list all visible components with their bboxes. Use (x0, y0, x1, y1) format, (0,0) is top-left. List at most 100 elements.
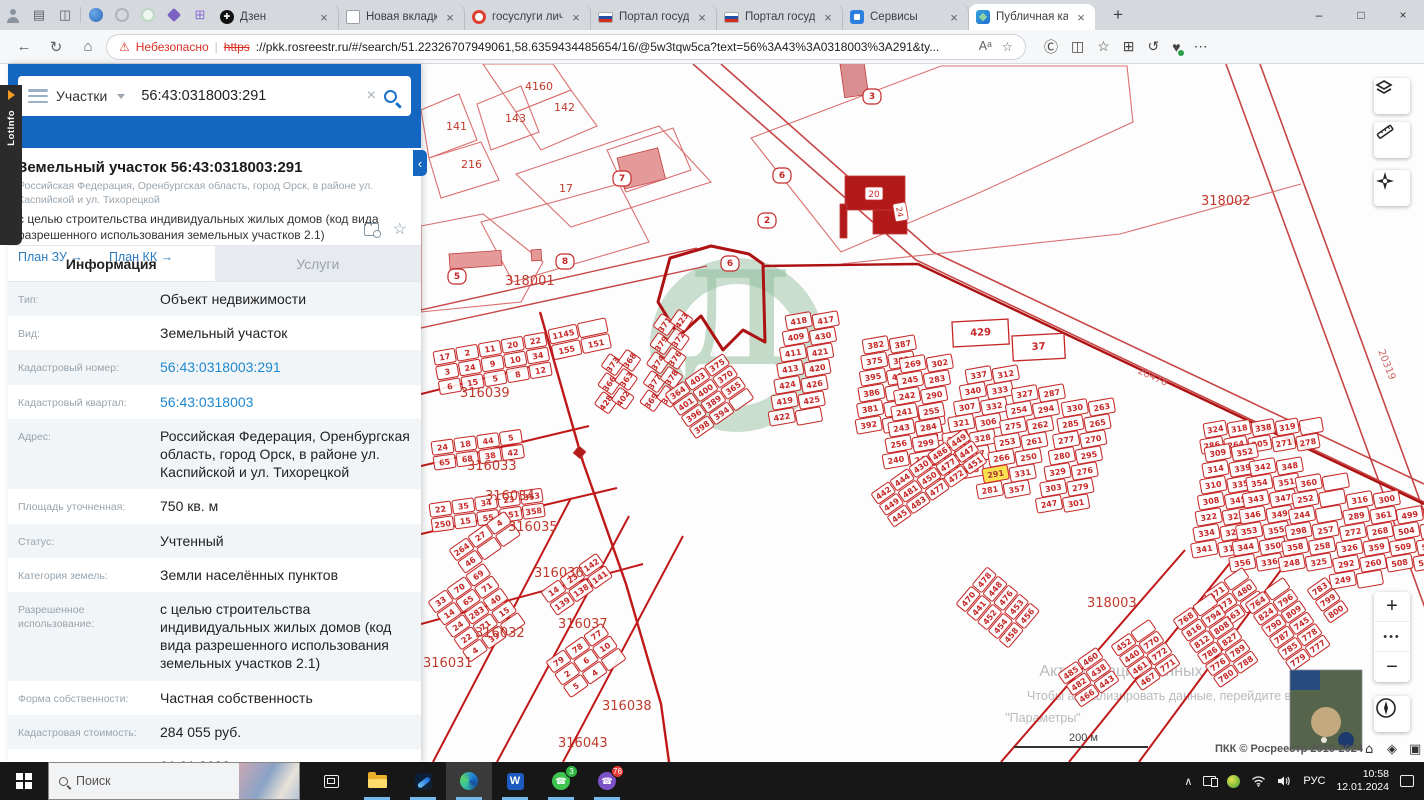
home-icon[interactable]: ⌂ (1365, 742, 1373, 757)
whatsapp-button[interactable]: ☎ 3 (538, 762, 584, 800)
parcel-cell[interactable]: 22 (428, 500, 453, 518)
parcel-marker[interactable]: 7 (612, 170, 632, 187)
building-footprint[interactable] (839, 203, 848, 239)
browser-tab[interactable]: Портал госуда × (717, 4, 843, 30)
parcel-cell[interactable]: 278 (1295, 432, 1321, 452)
extension-squares-icon[interactable]: ⊞ (187, 3, 213, 27)
locate-button[interactable] (1374, 170, 1410, 206)
volume-icon[interactable] (1277, 775, 1292, 787)
parcel-cell[interactable]: 44 (476, 432, 500, 450)
parcel-marker[interactable]: 6 (720, 255, 740, 272)
browser-tab[interactable]: Публичная ка × (969, 4, 1095, 30)
browser-tab[interactable]: Сервисы × (843, 4, 969, 30)
search-highlight-image[interactable] (239, 763, 299, 799)
your-phone-icon[interactable] (1203, 776, 1219, 787)
lotinfo-extension-tab[interactable]: LotInfo (0, 85, 22, 245)
clock[interactable]: 10:58 12.01.2024 (1336, 768, 1389, 794)
tab-close-icon[interactable]: × (317, 10, 331, 25)
browser-tab[interactable]: Новая вкладк × (339, 4, 465, 30)
workspaces-icon[interactable]: ◫ (52, 3, 78, 27)
address-bar[interactable]: ⚠ Небезопасно | https ://pkk.rosreestr.r… (106, 33, 1026, 60)
tab-close-icon[interactable]: × (821, 10, 835, 25)
basemap-icon[interactable]: ▣ (1409, 742, 1421, 757)
building-footprint[interactable] (530, 248, 543, 262)
extension-blue-icon[interactable] (83, 3, 109, 27)
layers-button[interactable] (1374, 78, 1410, 114)
collections-icon[interactable]: ⊞ (1123, 38, 1135, 55)
map-canvas[interactable]: ДАктуализация данныхЧтобы актуализироват… (421, 64, 1424, 762)
parcel-marker[interactable]: 6 (772, 167, 792, 184)
map-more-button[interactable]: ••• (1374, 622, 1410, 652)
parcel-cell[interactable]: 35 (451, 497, 476, 515)
clear-icon[interactable]: × (367, 87, 376, 105)
plan-kk-link[interactable]: План КК → (109, 250, 173, 264)
compass-button[interactable] (1374, 696, 1410, 732)
photos-button[interactable] (400, 762, 446, 800)
chevron-down-icon[interactable] (117, 93, 126, 99)
refresh-icon[interactable]: ↻ (42, 34, 70, 60)
split-screen-icon[interactable]: ◫ (1071, 38, 1084, 55)
tab-close-icon[interactable]: × (1074, 10, 1088, 25)
browser-essentials-icon[interactable]: ♥ (1172, 39, 1185, 56)
row-value-link[interactable]: 56:43:0318003:291 (160, 358, 421, 376)
new-tab-button[interactable]: + (1105, 5, 1131, 25)
favorite-icon[interactable]: ☆ (393, 219, 407, 239)
start-button[interactable] (0, 762, 48, 800)
favorites-icon[interactable]: ☆ (1097, 38, 1110, 55)
plan-zu-link[interactable]: План ЗУ → (18, 250, 83, 264)
parcel-cell[interactable]: 338 (1250, 418, 1276, 437)
parcel-cell[interactable]: 358 (521, 502, 546, 520)
edge-button[interactable] (446, 762, 492, 800)
parcel-cell[interactable]: 15 (453, 512, 478, 530)
extension-gray-icon[interactable] (109, 3, 135, 27)
tab-close-icon[interactable]: × (569, 10, 583, 25)
parcel-cell[interactable]: 271 (1271, 433, 1297, 453)
search-icon[interactable] (384, 89, 397, 103)
parcel-cell[interactable]: 318 (1226, 419, 1252, 438)
cadastral-map[interactable]: Д Актуализация данных Чтобы актуализироват… (421, 64, 1424, 762)
building-footprint[interactable] (448, 249, 503, 270)
panel-collapse-button[interactable]: ‹ (413, 150, 427, 176)
parcel-marker[interactable]: 5 (447, 268, 467, 285)
parcel-cell[interactable]: 319 (1274, 417, 1300, 437)
back-icon[interactable]: ← (10, 34, 38, 60)
close-button[interactable]: × (1382, 0, 1424, 30)
minimize-button[interactable]: – (1298, 0, 1340, 30)
history-icon[interactable]: ↺ (1148, 38, 1160, 55)
search-box[interactable]: Участки × (18, 76, 411, 116)
tab-close-icon[interactable]: × (947, 10, 961, 25)
extension-diamond-icon[interactable] (161, 3, 187, 27)
favorite-star-icon[interactable]: ☆ (1002, 39, 1013, 54)
search-category[interactable]: Участки (56, 88, 107, 104)
copilot-icon[interactable]: Ⓒ (1044, 37, 1058, 57)
word-button[interactable]: W (492, 762, 538, 800)
parcel-box[interactable]: 37 (1011, 332, 1066, 362)
more-icon[interactable]: ⋯ (1194, 38, 1208, 55)
notification-center-icon[interactable] (1400, 775, 1414, 787)
parcel-cell[interactable]: 18 (453, 435, 478, 453)
vertical-tabs-icon[interactable]: ▤ (26, 3, 52, 27)
parcel-cell[interactable]: 24 (430, 438, 455, 456)
extension-pale-icon[interactable] (135, 3, 161, 27)
parcel-marker[interactable]: 3 (862, 88, 882, 105)
home-icon[interactable]: ⌂ (74, 34, 102, 60)
tab-close-icon[interactable]: × (695, 10, 709, 25)
browser-tab[interactable]: госуслуги лич × (465, 4, 591, 30)
parcel-cell[interactable]: 324 (1202, 419, 1228, 439)
parcel-cell[interactable]: 250 (430, 515, 455, 533)
read-aloud-icon[interactable]: Aᵃ (979, 39, 992, 54)
antivirus-icon[interactable] (1227, 774, 1241, 788)
language-indicator[interactable]: РУС (1303, 775, 1325, 787)
wifi-icon[interactable] (1251, 775, 1266, 787)
measure-button[interactable] (1374, 122, 1410, 158)
basemap-preview-image[interactable] (1289, 669, 1363, 751)
parcel-marker[interactable]: 8 (555, 253, 575, 270)
viber-button[interactable]: ☎ 76 (584, 762, 630, 800)
preview-icon[interactable] (363, 222, 381, 238)
zoom-in-button[interactable]: + (1374, 592, 1410, 622)
hidden-icons-chevron[interactable]: ∧ (1184, 775, 1192, 788)
parcel-marker[interactable]: 2 (757, 212, 777, 229)
parcel-cell[interactable]: 65 (432, 453, 457, 471)
browser-tab[interactable]: Портал госуда × (591, 4, 717, 30)
parcel-cell[interactable]: 5 (499, 429, 523, 446)
